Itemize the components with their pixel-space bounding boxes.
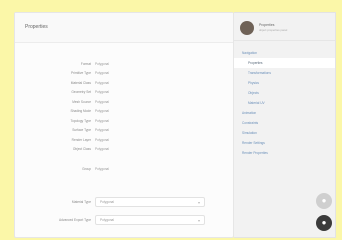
- field-value: Polygonal: [95, 118, 109, 123]
- field-row: Format Polygonal: [15, 59, 235, 69]
- field-value: Polygonal: [95, 90, 109, 95]
- sidebar-item-properties[interactable]: Properties: [234, 58, 335, 68]
- field-row: Material Class Polygonal: [15, 78, 235, 88]
- person-icon[interactable]: ●: [316, 193, 332, 209]
- sidebar-item-physics[interactable]: Physics: [234, 78, 335, 88]
- sidebar-item-constraints[interactable]: Constraints: [234, 118, 335, 128]
- sidebar-item-animation[interactable]: Animation: [234, 108, 335, 118]
- chevron-down-icon: ▾: [197, 200, 200, 205]
- field-value: Polygonal: [95, 109, 109, 114]
- panel-title: Properties: [15, 13, 233, 43]
- properties-list: Format Polygonal Primitive Type Polygonal Ma…: [15, 59, 235, 154]
- field-row: Topology Type Polygonal: [15, 116, 235, 126]
- field-label: Geometry Set: [71, 90, 91, 95]
- field-value: Polygonal: [95, 147, 109, 152]
- field-row: Object Class Polygonal: [15, 145, 235, 155]
- field-value: Polygonal: [95, 61, 109, 66]
- field-value: Polygonal: [95, 99, 109, 104]
- special-field: Group Polygonal: [15, 167, 235, 171]
- field-value: Polygonal: [95, 71, 109, 76]
- advanced-export-label: Advanced Export Type: [58, 218, 91, 222]
- advanced-export-row: Advanced Export Type Polygonal ▾: [15, 215, 235, 225]
- field-row: Render Layer Polygonal: [15, 135, 235, 145]
- app-window: Properties Format Polygonal Primitive Type…: [14, 12, 336, 238]
- field-value: Polygonal: [95, 80, 109, 85]
- sidebar-item-simulation[interactable]: Simulation: [234, 128, 335, 138]
- field-label: Primitive Type: [71, 71, 91, 76]
- field-label: Format: [80, 61, 91, 66]
- field-row: Primitive Type Polygonal: [15, 69, 235, 79]
- field-value: Polygonal: [95, 167, 109, 171]
- field-label: Material Class: [70, 80, 91, 85]
- sidebar-item-render-settings[interactable]: Render Settings: [234, 138, 335, 148]
- field-label: Object Class: [72, 147, 91, 152]
- sidebar: Properties object properties panel Navig…: [234, 12, 336, 238]
- sidebar-item-material-uv[interactable]: Material UV: [234, 98, 335, 108]
- field-row: Shading Mode Polygonal: [15, 107, 235, 117]
- advanced-export-value: Polygonal: [100, 218, 114, 222]
- properties-panel: Properties Format Polygonal Primitive Type…: [14, 12, 234, 238]
- material-type-select[interactable]: Polygonal ▾: [95, 197, 205, 207]
- sidebar-item-objects[interactable]: Objects: [234, 88, 335, 98]
- nav-section-title: Navigation: [242, 51, 258, 55]
- field-label: Shading Mode: [70, 109, 91, 114]
- field-label: Group: [82, 167, 91, 171]
- advanced-export-select[interactable]: Polygonal ▾: [95, 215, 205, 225]
- material-type-label: Material Type: [71, 200, 91, 204]
- field-label: Mesh Source: [72, 99, 91, 104]
- sidebar-item-render-properties[interactable]: Render Properties: [234, 148, 335, 158]
- field-value: Polygonal: [95, 137, 109, 142]
- field-row: Surface Type Polygonal: [15, 126, 235, 136]
- material-type-row: Material Type Polygonal ▾: [15, 197, 235, 207]
- field-value: Polygonal: [95, 128, 109, 133]
- sidebar-item-transformations[interactable]: Transformations: [234, 68, 335, 78]
- field-row: Mesh Source Polygonal: [15, 97, 235, 107]
- field-label: Topology Type: [70, 118, 92, 123]
- profile-subtitle: object properties panel: [259, 28, 288, 32]
- avatar: [240, 20, 254, 35]
- field-row: Geometry Set Polygonal: [15, 88, 235, 98]
- field-label: Render Layer: [71, 137, 91, 142]
- sidebar-nav: Navigation Properties Transformations Phys…: [234, 41, 335, 158]
- field-label: Surface Type: [72, 128, 91, 133]
- chevron-down-icon: ▾: [197, 218, 200, 223]
- material-type-value: Polygonal: [100, 200, 114, 204]
- profile-header[interactable]: Properties object properties panel: [234, 13, 335, 41]
- chat-icon[interactable]: ●: [316, 215, 332, 231]
